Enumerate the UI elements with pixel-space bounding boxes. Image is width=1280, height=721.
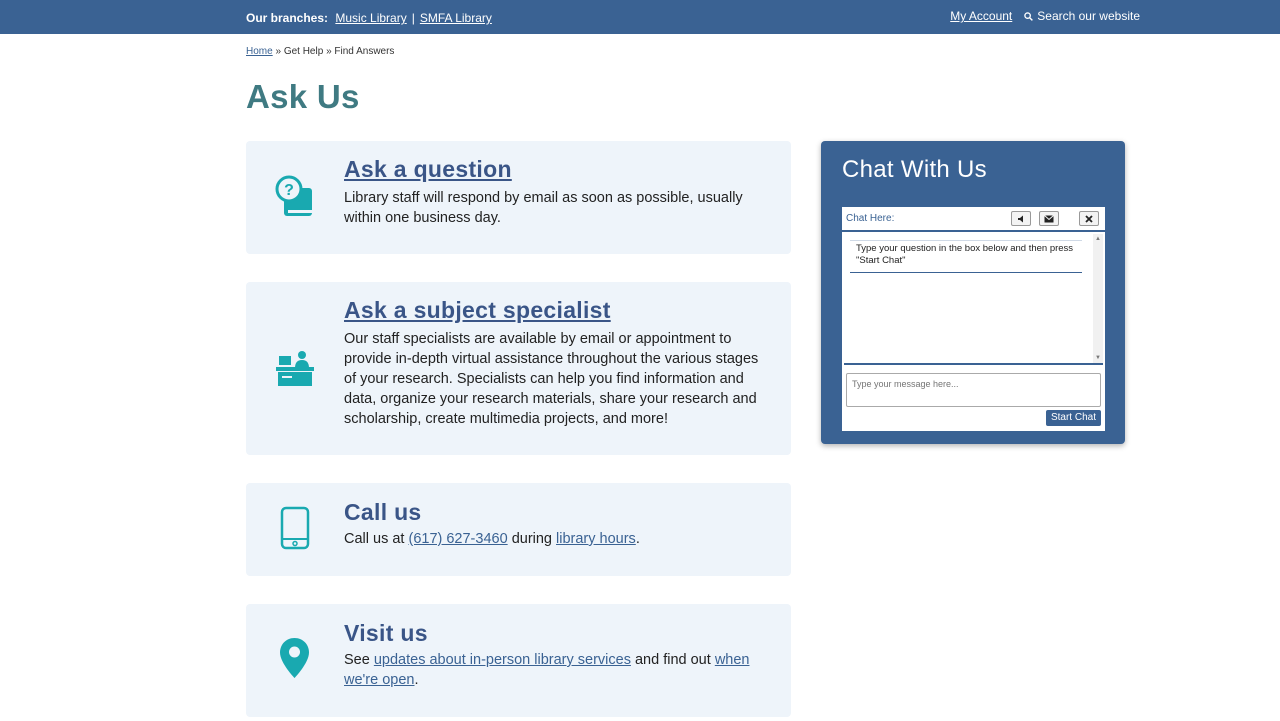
chat-panel: Chat With Us Chat Here: Type your questi… <box>821 141 1125 444</box>
close-chat-button[interactable] <box>1079 211 1099 226</box>
visit-us-title: Visit us <box>344 620 428 646</box>
speaker-icon <box>1018 215 1023 222</box>
chat-title: Chat With Us <box>842 156 987 183</box>
chat-scrollbar[interactable]: ▲ ▼ <box>1093 234 1103 363</box>
chat-message-input[interactable] <box>846 373 1101 407</box>
chat-header: Chat Here: <box>842 207 1105 232</box>
ask-question-card: ? Ask a question Library staff will resp… <box>246 141 791 254</box>
search-website-button[interactable]: Search our website <box>1024 8 1140 24</box>
scroll-down-icon[interactable]: ▼ <box>1095 355 1101 361</box>
envelope-icon <box>1044 214 1054 222</box>
call-us-title: Call us <box>344 499 422 525</box>
subject-specialist-link[interactable]: Ask a subject specialist <box>344 297 611 324</box>
my-account-link[interactable]: My Account <box>950 8 1012 24</box>
breadcrumb-separator: » <box>326 46 332 57</box>
chat-system-message: Type your question in the box below and … <box>850 240 1082 273</box>
question-book-icon: ? <box>274 174 316 223</box>
chat-header-label: Chat Here: <box>846 213 895 224</box>
email-transcript-button[interactable] <box>1039 211 1059 226</box>
call-us-text-before: Call us at <box>344 531 405 547</box>
call-us-card: Call us Call us at (617) 627-3460 during… <box>246 483 791 576</box>
breadcrumb-home[interactable]: Home <box>246 46 273 57</box>
desk-person-icon <box>274 350 316 393</box>
close-icon <box>1085 214 1093 223</box>
breadcrumb-separator: » <box>275 46 282 57</box>
page-title: Ask Us <box>246 78 360 115</box>
call-us-text-end: . <box>635 531 640 547</box>
svg-text:?: ? <box>284 182 294 199</box>
chat-transcript[interactable]: Type your question in the box below and … <box>844 234 1103 365</box>
call-us-description: Call us at (617) 627-3460 during library… <box>344 529 773 549</box>
chat-widget: Chat Here: Type your question in the box… <box>842 207 1105 431</box>
in-person-updates-link[interactable]: updates about in-person library services <box>374 652 631 668</box>
visit-us-text-end: . <box>414 672 419 688</box>
branch-separator: | <box>411 11 415 25</box>
call-us-text-mid: during <box>511 531 552 547</box>
visit-us-card: Visit us See updates about in-person lib… <box>246 604 791 717</box>
breadcrumb-current: Find Answers <box>334 46 395 57</box>
scroll-up-icon[interactable]: ▲ <box>1095 236 1101 242</box>
visit-us-description: See updates about in-person library serv… <box>344 650 773 690</box>
smfa-library-link[interactable]: SMFA Library <box>420 11 492 25</box>
breadcrumb: Home » Get Help » Find Answers <box>246 46 394 57</box>
branches-nav: Our branches: Music Library | SMFA Library <box>246 10 492 26</box>
phone-icon <box>280 506 310 555</box>
music-library-link[interactable]: Music Library <box>335 11 406 25</box>
top-bar: Our branches: Music Library | SMFA Library… <box>0 0 1280 34</box>
subject-specialist-card: Ask a subject specialist Our staff speci… <box>246 282 791 455</box>
ask-question-description: Library staff will respond by email as s… <box>344 190 743 226</box>
sound-toggle-button[interactable] <box>1011 211 1031 226</box>
search-icon <box>1024 11 1034 21</box>
subject-specialist-description: Our staff specialists are available by e… <box>344 331 759 427</box>
breadcrumb-get-help: Get Help <box>283 46 324 57</box>
top-right-nav: My Account Search our website <box>950 8 1140 24</box>
phone-number-link[interactable]: (617) 627-3460 <box>408 531 507 547</box>
library-hours-link[interactable]: library hours <box>556 531 636 547</box>
search-website-label: Search our website <box>1037 9 1140 23</box>
map-pin-icon <box>279 637 310 684</box>
ask-question-link[interactable]: Ask a question <box>344 156 512 183</box>
visit-us-text-mid: and find out <box>634 652 711 668</box>
visit-us-text-before: See <box>344 652 370 668</box>
start-chat-button[interactable]: Start Chat <box>1045 410 1101 426</box>
branches-label: Our branches: <box>246 11 329 25</box>
